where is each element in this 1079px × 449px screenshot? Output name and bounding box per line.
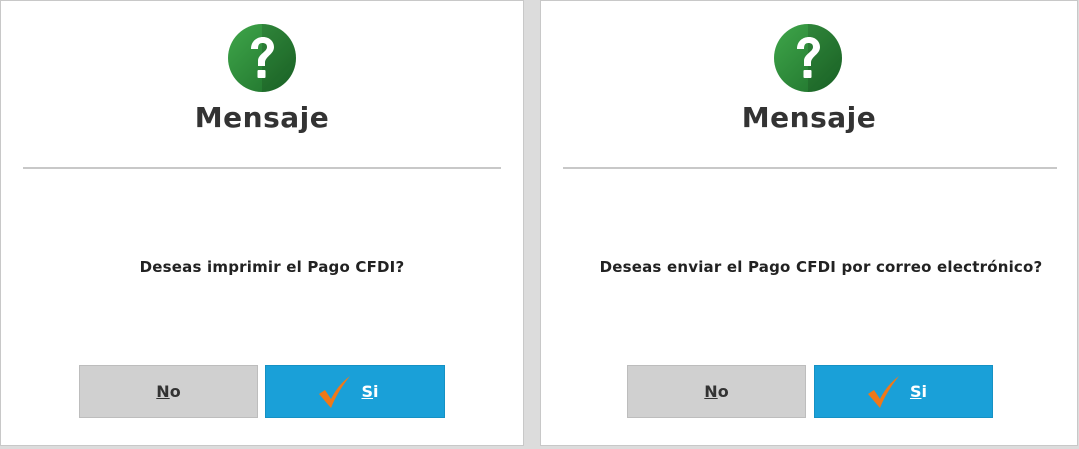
question-icon	[774, 24, 842, 92]
no-button[interactable]: No	[79, 365, 258, 418]
no-button-label: No	[156, 382, 181, 401]
question-icon	[228, 24, 296, 92]
no-button-label: No	[704, 382, 729, 401]
print-confirm-dialog: Mensaje Deseas imprimir el Pago CFDI? No…	[0, 0, 524, 446]
checkmark-icon	[319, 375, 351, 408]
dialog-title: Mensaje	[741, 101, 877, 134]
divider	[23, 167, 501, 169]
yes-button-label: Si	[361, 382, 379, 401]
checkmark-icon	[867, 375, 899, 408]
no-button[interactable]: No	[627, 365, 806, 418]
yes-button[interactable]: Si	[814, 365, 993, 418]
dialog-message: Deseas enviar el Pago CFDI por correo el…	[599, 258, 1043, 276]
email-confirm-dialog: Mensaje Deseas enviar el Pago CFDI por c…	[540, 0, 1078, 446]
yes-button[interactable]: Si	[265, 365, 445, 418]
yes-button-label: Si	[909, 382, 927, 401]
divider	[563, 167, 1057, 169]
dialog-message: Deseas imprimir el Pago CFDI?	[139, 258, 405, 276]
dialog-title: Mensaje	[194, 101, 330, 134]
